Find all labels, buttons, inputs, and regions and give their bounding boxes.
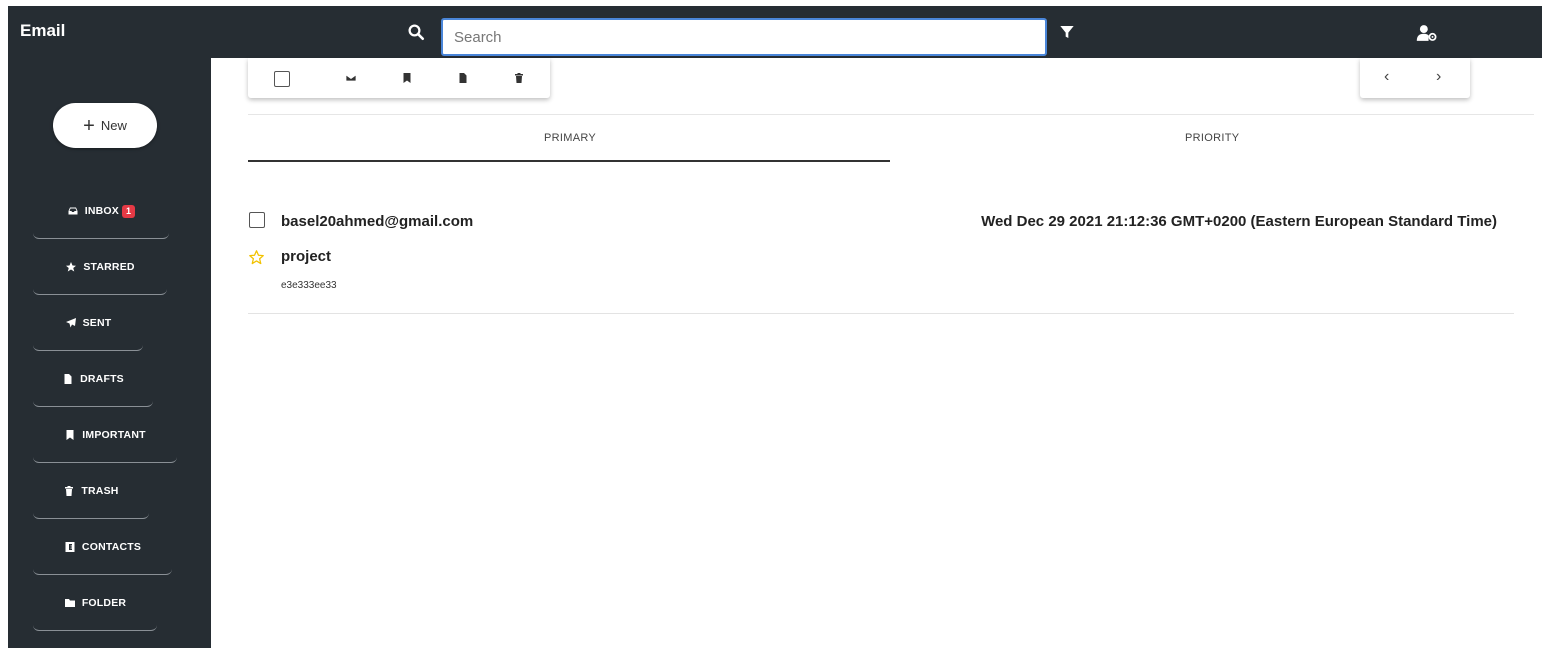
star-outline-icon[interactable] [248, 249, 265, 266]
sidebar-item-inbox[interactable]: INBOX 1 [33, 184, 169, 239]
inbox-icon [68, 207, 78, 215]
sidebar-item-label: INBOX [84, 205, 120, 217]
sidebar-item-drafts[interactable]: DRAFTS [33, 352, 153, 407]
sidebar-item-label: DRAFTS [80, 373, 124, 385]
folder-icon [64, 599, 75, 607]
star-icon [66, 262, 77, 272]
message-row[interactable]: basel20ahmed@gmail.com Wed Dec 29 2021 2… [248, 200, 1514, 314]
contacts-icon [65, 542, 75, 552]
message-subject: project [281, 248, 332, 265]
trash-icon[interactable] [513, 72, 525, 84]
message-toolbar [248, 58, 550, 98]
tabs-divider [248, 114, 1534, 115]
app-title: Email [20, 21, 66, 40]
plus-icon: + [83, 114, 95, 137]
envelope-icon[interactable] [345, 72, 357, 84]
top-bar: Email [8, 6, 1542, 58]
file-icon[interactable] [457, 72, 469, 84]
sidebar-item-label: STARRED [83, 261, 135, 273]
message-checkbox[interactable] [249, 212, 265, 228]
sidebar-item-label: CONTACTS [81, 541, 142, 553]
trash-icon [65, 486, 74, 496]
sidebar-item-starred[interactable]: STARRED [33, 240, 167, 295]
next-page-button[interactable]: › [1436, 68, 1441, 86]
new-button-label: New [100, 118, 127, 133]
tab-priority[interactable]: PRIORITY [1185, 132, 1239, 144]
send-icon [65, 318, 76, 328]
user-settings-icon[interactable] [1416, 24, 1438, 42]
sidebar-item-label: SENT [82, 317, 112, 329]
message-snippet: e3e333ee33 [281, 280, 337, 291]
message-date: Wed Dec 29 2021 21:12:36 GMT+0200 (Easte… [981, 213, 1497, 230]
bookmark-icon[interactable] [401, 72, 413, 84]
prev-page-button[interactable]: ‹ [1384, 68, 1389, 86]
unread-badge: 1 [122, 204, 136, 218]
sidebar-item-trash[interactable]: TRASH [33, 464, 149, 519]
sidebar-item-contacts[interactable]: CONTACTS [33, 520, 172, 575]
sidebar-item-important[interactable]: IMPORTANT [33, 408, 177, 463]
select-all-checkbox[interactable] [274, 71, 290, 87]
pagination: ‹ › [1360, 58, 1470, 98]
sidebar-item-sent[interactable]: SENT [33, 296, 143, 351]
active-tab-indicator [248, 160, 890, 162]
filter-icon[interactable] [1059, 24, 1075, 40]
sidebar-item-label: IMPORTANT [82, 429, 146, 441]
message-sender: basel20ahmed@gmail.com [281, 213, 474, 230]
search-icon[interactable] [407, 23, 425, 41]
tab-primary[interactable]: PRIMARY [544, 132, 596, 144]
sidebar-item-folder[interactable]: FOLDER [33, 576, 157, 631]
file-icon [64, 374, 72, 384]
search-input[interactable] [441, 18, 1047, 56]
sidebar-item-label: TRASH [81, 485, 119, 497]
sidebar-item-label: FOLDER [81, 597, 127, 609]
new-button[interactable]: + New [53, 103, 157, 148]
bookmark-icon [66, 430, 74, 440]
sidebar: + New INBOX 1 STARRED SENT DRAFTS IMPORT… [8, 58, 211, 648]
